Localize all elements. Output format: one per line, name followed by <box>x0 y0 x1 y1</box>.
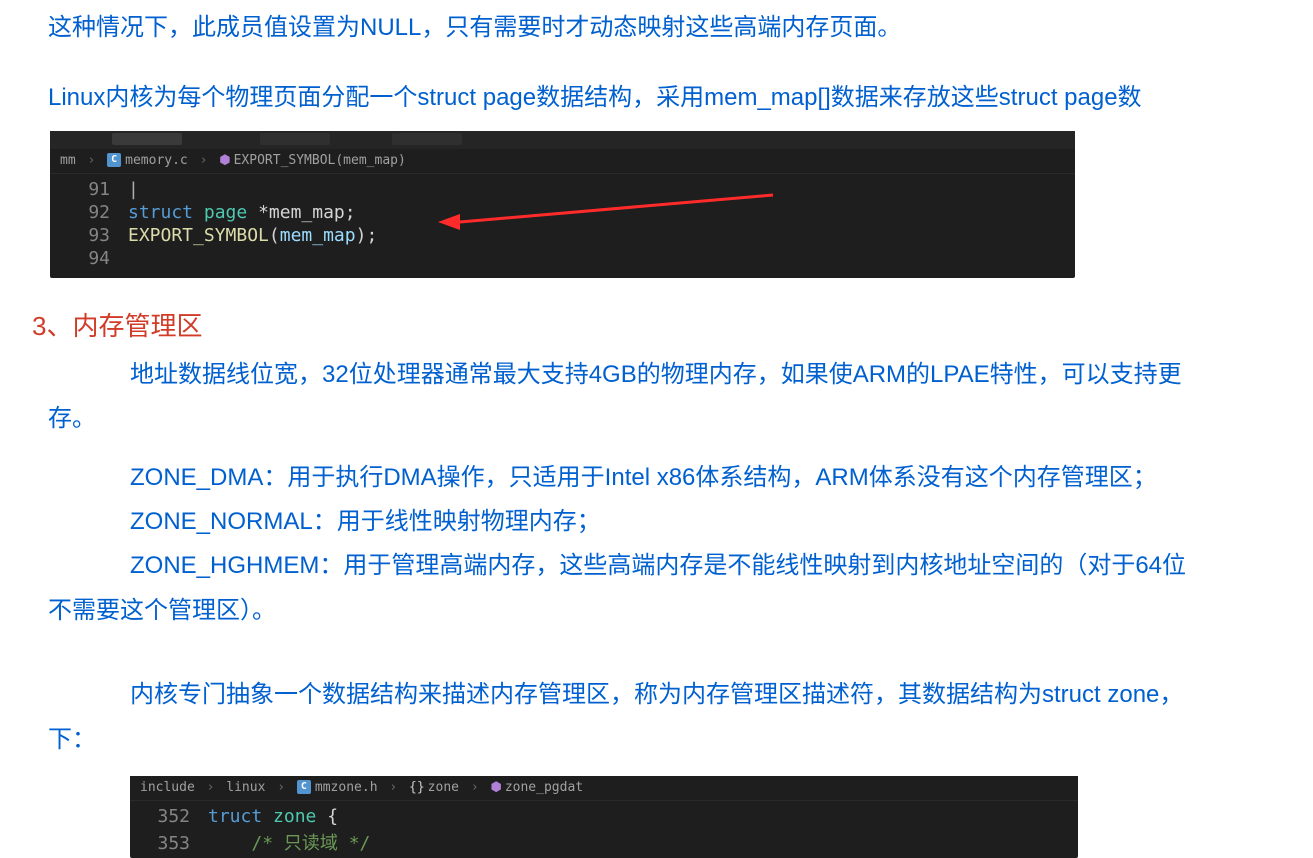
symbol-icon: ⬢ <box>490 780 501 795</box>
code-body[interactable]: 352truct zone { 353 /* 只读域 */ <box>130 801 1078 858</box>
paragraph-zone-normal: ZONE_NORMAL：用于线性映射物理内存； <box>0 500 1313 544</box>
line-number: 352 <box>130 806 208 827</box>
editor-tab[interactable] <box>112 133 182 145</box>
chevron-right-icon: › <box>277 780 285 795</box>
code-editor-memory-c: mm › Cmemory.c › ⬢ EXPORT_SYMBOL(mem_map)… <box>50 131 1075 278</box>
breadcrumb-symbol[interactable]: zone_pgdat <box>505 780 583 795</box>
editor-tab[interactable] <box>392 133 462 145</box>
breadcrumb-folder[interactable]: linux <box>226 780 265 795</box>
token-arg: mem_map <box>280 225 356 246</box>
paragraph-linux-struct-page: Linux内核为每个物理页面分配一个struct page数据结构，采用mem_… <box>0 76 1313 120</box>
breadcrumb-symbol[interactable]: EXPORT_SYMBOL(mem_map) <box>234 153 406 168</box>
token-type: page <box>204 202 247 223</box>
paragraph-struct-zone-2: 下： <box>0 718 1313 762</box>
cursor-icon: | <box>128 179 139 200</box>
token-comment: /* 只读域 */ <box>251 833 370 854</box>
code-editor-mmzone-h: include › linux › Cmmzone.h › {}zone › ⬢… <box>130 776 1078 858</box>
breadcrumb-file[interactable]: memory.c <box>125 153 188 168</box>
paragraph-null-highmem: 这种情况下，此成员值设置为NULL，只有需要时才动态映射这些高端内存页面。 <box>0 6 1313 50</box>
breadcrumb-folder[interactable]: include <box>140 780 195 795</box>
line-number: 94 <box>50 248 128 269</box>
token-punct: ) <box>356 225 367 246</box>
chevron-right-icon: › <box>200 153 208 168</box>
symbol-icon: ⬢ <box>219 153 230 168</box>
breadcrumb-symbol[interactable]: zone <box>428 780 459 795</box>
code-line: 92struct page *mem_map; <box>50 201 1075 224</box>
editor-tabbar <box>50 131 1075 149</box>
editor-tab[interactable] <box>260 133 330 145</box>
token-keyword: truct <box>208 806 262 827</box>
token-identifier: *mem_map <box>258 202 345 223</box>
breadcrumb[interactable]: mm › Cmemory.c › ⬢ EXPORT_SYMBOL(mem_map) <box>50 149 1075 174</box>
section-heading-3: 3、内存管理区 <box>32 306 1313 343</box>
token-keyword: struct <box>128 202 193 223</box>
paragraph-addr-width-1: 地址数据线位宽，32位处理器通常最大支持4GB的物理内存，如果使ARM的LPAE… <box>0 353 1313 397</box>
c-file-icon: C <box>107 153 121 167</box>
code-body[interactable]: 91| 92struct page *mem_map; 93EXPORT_SYM… <box>50 174 1075 278</box>
code-line: 94 <box>50 247 1075 270</box>
chevron-right-icon: › <box>389 780 397 795</box>
line-number: 93 <box>50 225 128 246</box>
token-punct: ; <box>345 202 356 223</box>
token-punct: ; <box>366 225 377 246</box>
token-type: zone <box>273 806 316 827</box>
token-punct: { <box>316 806 338 827</box>
line-number: 353 <box>130 833 208 854</box>
code-line: 93EXPORT_SYMBOL(mem_map); <box>50 224 1075 247</box>
paragraph-addr-width-2: 存。 <box>0 397 1313 441</box>
line-number: 91 <box>50 179 128 200</box>
paragraph-struct-zone-1: 内核专门抽象一个数据结构来描述内存管理区，称为内存管理区描述符，其数据结构为st… <box>0 673 1313 717</box>
chevron-right-icon: › <box>471 780 479 795</box>
breadcrumb-file[interactable]: mmzone.h <box>315 780 378 795</box>
code-line: 353 /* 只读域 */ <box>130 828 1078 856</box>
token-call: EXPORT_SYMBOL <box>128 225 269 246</box>
code-line: 91| <box>50 178 1075 201</box>
breadcrumb[interactable]: include › linux › Cmmzone.h › {}zone › ⬢… <box>130 776 1078 801</box>
chevron-right-icon: › <box>207 780 215 795</box>
line-number: 92 <box>50 202 128 223</box>
namespace-icon: {} <box>409 780 425 795</box>
paragraph-zone-highmem-1: ZONE_HGHMEM：用于管理高端内存，这些高端内存是不能线性映射到内核地址空… <box>0 544 1313 588</box>
paragraph-zone-dma: ZONE_DMA：用于执行DMA操作，只适用于Intel x86体系结构，ARM… <box>0 456 1313 500</box>
token-punct: ( <box>269 225 280 246</box>
document-page: 这种情况下，此成员值设置为NULL，只有需要时才动态映射这些高端内存页面。 Li… <box>0 0 1313 858</box>
breadcrumb-folder[interactable]: mm <box>60 153 76 168</box>
c-file-icon: C <box>297 780 311 794</box>
code-line: 352truct zone { <box>130 805 1078 828</box>
paragraph-zone-highmem-2: 不需要这个管理区）。 <box>0 589 1313 633</box>
chevron-right-icon: › <box>87 153 95 168</box>
